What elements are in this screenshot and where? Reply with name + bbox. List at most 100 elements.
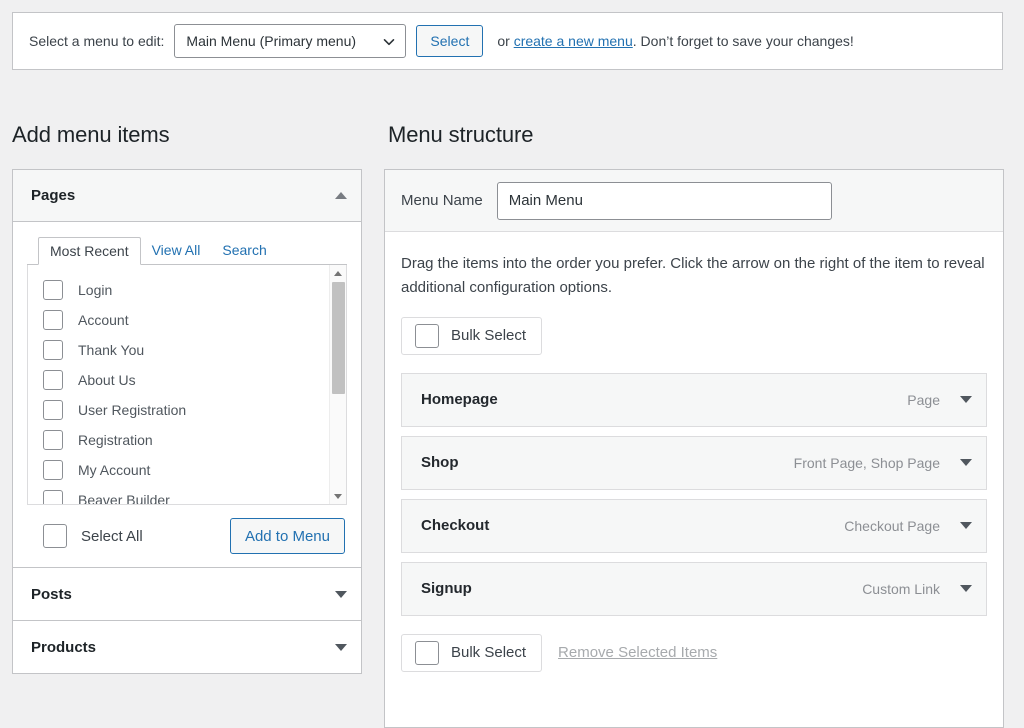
page-label: User Registration bbox=[78, 402, 186, 418]
triangle-up-icon[interactable] bbox=[335, 192, 347, 199]
menu-structure-panel: Menu Name Drag the items into the order … bbox=[384, 169, 1004, 728]
list-item[interactable]: Account bbox=[28, 305, 329, 335]
pages-accordion-title: Pages bbox=[31, 187, 75, 204]
tab-view-all[interactable]: View All bbox=[141, 236, 212, 264]
bulk-actions-row: Bulk Select Remove Selected Items bbox=[401, 634, 987, 672]
list-item[interactable]: Registration bbox=[28, 425, 329, 455]
triangle-down-icon[interactable] bbox=[960, 459, 972, 466]
bulk-select-label: Bulk Select bbox=[451, 327, 526, 344]
list-item[interactable]: About Us bbox=[28, 365, 329, 395]
posts-accordion-title: Posts bbox=[31, 586, 72, 603]
menu-select-bar: Select a menu to edit: Main Menu (Primar… bbox=[12, 12, 1003, 70]
pages-accordion-body: Most Recent View All Search Login Accoun… bbox=[13, 222, 361, 567]
posts-accordion-header[interactable]: Posts bbox=[13, 568, 361, 620]
posts-accordion: Posts bbox=[12, 567, 362, 620]
bulk-select-top[interactable]: Bulk Select bbox=[401, 317, 542, 355]
remove-selected-items-link[interactable]: Remove Selected Items bbox=[558, 644, 717, 661]
list-item[interactable]: Thank You bbox=[28, 335, 329, 365]
page-label: Thank You bbox=[78, 342, 144, 358]
menu-item-meta: Front Page, Shop Page bbox=[794, 455, 972, 471]
pages-tabs: Most Recent View All Search bbox=[27, 236, 347, 265]
menu-item-title: Shop bbox=[421, 454, 459, 471]
drag-hint-text: Drag the items into the order you prefer… bbox=[401, 252, 987, 301]
menu-item-title: Checkout bbox=[421, 517, 489, 534]
add-menu-items-title: Add menu items bbox=[12, 122, 170, 148]
tab-most-recent[interactable]: Most Recent bbox=[38, 237, 141, 265]
bulk-select-label: Bulk Select bbox=[451, 644, 526, 661]
menu-item-type: Front Page, Shop Page bbox=[794, 455, 940, 471]
save-reminder-text: . Don’t forget to save your changes! bbox=[633, 33, 854, 49]
products-accordion: Products bbox=[12, 620, 362, 674]
pages-list-scrollbar[interactable] bbox=[329, 265, 346, 504]
select-menu-button[interactable]: Select bbox=[416, 25, 483, 57]
add-to-menu-button[interactable]: Add to Menu bbox=[230, 518, 345, 554]
pages-accordion: Pages Most Recent View All Search Login … bbox=[12, 169, 362, 567]
create-new-menu-link[interactable]: create a new menu bbox=[514, 33, 633, 49]
menu-item-type: Page bbox=[907, 392, 940, 408]
menu-item-meta: Page bbox=[907, 392, 972, 408]
menu-structure-title: Menu structure bbox=[388, 122, 533, 148]
menu-item-row[interactable]: Signup Custom Link bbox=[401, 562, 987, 616]
page-checkbox[interactable] bbox=[43, 490, 63, 505]
page-label: Registration bbox=[78, 432, 153, 448]
page-checkbox[interactable] bbox=[43, 310, 63, 330]
pages-accordion-header[interactable]: Pages bbox=[13, 170, 361, 222]
pages-list: Login Account Thank You About Us bbox=[28, 265, 329, 504]
tab-search[interactable]: Search bbox=[211, 236, 277, 264]
menu-select-value: Main Menu (Primary menu) bbox=[186, 33, 356, 49]
scrollbar-thumb[interactable] bbox=[332, 282, 345, 394]
triangle-down-icon[interactable] bbox=[335, 591, 347, 598]
menu-item-row[interactable]: Checkout Checkout Page bbox=[401, 499, 987, 553]
page-checkbox[interactable] bbox=[43, 340, 63, 360]
menu-item-type: Custom Link bbox=[862, 581, 940, 597]
triangle-down-icon[interactable] bbox=[960, 396, 972, 403]
page-checkbox[interactable] bbox=[43, 430, 63, 450]
or-text: or bbox=[497, 33, 513, 49]
menu-item-meta: Custom Link bbox=[862, 581, 972, 597]
scroll-up-arrow-icon[interactable] bbox=[330, 266, 346, 280]
page-label: Login bbox=[78, 282, 112, 298]
menu-name-row: Menu Name bbox=[385, 170, 1003, 232]
list-item[interactable]: Login bbox=[28, 275, 329, 305]
page-checkbox[interactable] bbox=[43, 370, 63, 390]
pages-list-box: Login Account Thank You About Us bbox=[27, 265, 347, 505]
select-all-label: Select All bbox=[81, 528, 143, 545]
select-all-row: Select All Add to Menu bbox=[27, 505, 347, 567]
menu-item-row[interactable]: Homepage Page bbox=[401, 373, 987, 427]
menu-items-list: Homepage Page Shop Front Page, Shop Page… bbox=[401, 373, 987, 616]
menu-item-meta: Checkout Page bbox=[844, 518, 972, 534]
scroll-down-arrow-icon[interactable] bbox=[330, 489, 346, 503]
triangle-down-icon[interactable] bbox=[960, 585, 972, 592]
products-accordion-title: Products bbox=[31, 639, 96, 656]
triangle-down-icon[interactable] bbox=[960, 522, 972, 529]
bulk-select-checkbox[interactable] bbox=[415, 641, 439, 665]
create-menu-sentence: or create a new menu. Don’t forget to sa… bbox=[497, 33, 853, 49]
menu-item-title: Signup bbox=[421, 580, 472, 597]
chevron-down-icon bbox=[383, 35, 395, 47]
page-checkbox[interactable] bbox=[43, 280, 63, 300]
triangle-down-icon[interactable] bbox=[335, 644, 347, 651]
page-checkbox[interactable] bbox=[43, 460, 63, 480]
select-all-group[interactable]: Select All bbox=[43, 524, 143, 548]
list-item[interactable]: Beaver Builder bbox=[28, 485, 329, 505]
menu-item-type: Checkout Page bbox=[844, 518, 940, 534]
list-item[interactable]: User Registration bbox=[28, 395, 329, 425]
page-label: Account bbox=[78, 312, 129, 328]
menu-structure-body: Drag the items into the order you prefer… bbox=[385, 232, 1003, 728]
bulk-select-bottom[interactable]: Bulk Select bbox=[401, 634, 542, 672]
page-label: Beaver Builder bbox=[78, 492, 170, 505]
menu-name-input[interactable] bbox=[497, 182, 832, 220]
select-menu-label: Select a menu to edit: bbox=[29, 33, 164, 49]
menu-select-dropdown[interactable]: Main Menu (Primary menu) bbox=[174, 24, 406, 58]
page-checkbox[interactable] bbox=[43, 400, 63, 420]
bulk-select-checkbox[interactable] bbox=[415, 324, 439, 348]
add-menu-items-column: Pages Most Recent View All Search Login … bbox=[12, 169, 362, 674]
page-label: About Us bbox=[78, 372, 136, 388]
menu-name-label: Menu Name bbox=[401, 192, 483, 209]
menu-item-row[interactable]: Shop Front Page, Shop Page bbox=[401, 436, 987, 490]
menu-item-title: Homepage bbox=[421, 391, 498, 408]
products-accordion-header[interactable]: Products bbox=[13, 621, 361, 673]
list-item[interactable]: My Account bbox=[28, 455, 329, 485]
select-all-checkbox[interactable] bbox=[43, 524, 67, 548]
page-label: My Account bbox=[78, 462, 150, 478]
